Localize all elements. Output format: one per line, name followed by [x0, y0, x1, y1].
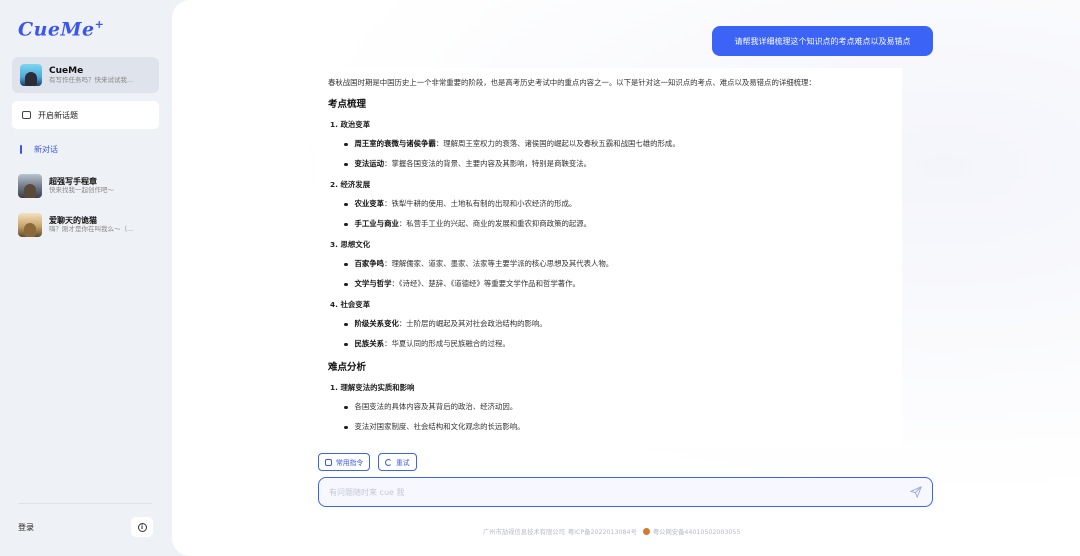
commands-icon — [325, 458, 332, 466]
new-topic-label: 开启新话题 — [38, 110, 78, 120]
login-link[interactable]: 登录 — [18, 522, 34, 533]
new-chat-label: 新对话 — [34, 145, 58, 154]
footer-police[interactable]: 粤公网安备44010502003055 — [653, 527, 741, 536]
conversation-preview: 嗨？刚才是你在叫我么～（... — [49, 224, 134, 233]
retry-button[interactable]: 重试 — [378, 453, 417, 471]
conversation-preview: 快来找我一起创作吧～ — [49, 185, 114, 194]
list-item: 文学与哲学：《诗经》、楚辞、《道德经》等重要文学作品和哲学著作。 — [344, 279, 892, 289]
footer: 广州市劢视信息技术有限公司 粤ICP备2022013084号 粤公网安备4401… — [483, 527, 740, 536]
police-badge-icon — [642, 528, 650, 535]
sidebar-divider — [18, 503, 152, 504]
chat-input[interactable] — [329, 487, 889, 497]
user-message-bubble: 请帮我详细梳理这个知识点的考点难点以及易错点 — [712, 26, 933, 56]
list-item: 农业变革：铁犁牛耕的使用、土地私有制的出现和小农经济的形成。 — [344, 199, 892, 209]
footer-icp[interactable]: 粤ICP备2022013084号 — [568, 527, 637, 536]
group-heading: 1. 理解变法的实质和影响 — [330, 383, 415, 392]
list-item: 百家争鸣：理解儒家、道家、墨家、法家等主要学派的核心思想及其代表人物。 — [344, 259, 892, 269]
common-commands-button[interactable]: 常用指令 — [318, 453, 371, 471]
section-heading: 考点梳理 — [328, 99, 367, 110]
agent-card[interactable]: CueMe 有写作任务吗？快来试试我... — [12, 57, 159, 93]
list-item: 民族关系：华夏认同的形成与民族融合的过程。 — [344, 339, 892, 349]
info-button[interactable]: i — [131, 517, 153, 537]
list-item: 变法对国家制度、社会结构和文化观念的长远影响。 — [344, 422, 892, 432]
conversation-avatar — [18, 174, 42, 198]
section-heading: 难点分析 — [328, 362, 367, 373]
footer-company: 广州市劢视信息技术有限公司 — [483, 529, 565, 536]
list-item: 手工业与商业：私营手工业的兴起、商业的发展和重农抑商政策的起源。 — [344, 219, 892, 229]
chat-input-container — [318, 477, 933, 507]
new-topic-icon — [22, 111, 31, 119]
sidebar: CueMe+ CueMe 有写作任务吗？快来试试我... 开启新话题 新对话 超… — [0, 0, 172, 556]
conversation-avatar — [18, 213, 42, 237]
active-indicator — [20, 145, 22, 154]
group-heading: 1. 政治变革 — [330, 120, 371, 129]
app-logo[interactable]: CueMe+ — [18, 18, 104, 40]
info-icon: i — [137, 522, 147, 532]
answer-intro: 春秋战国时期是中国历史上一个非常重要的阶段，也是高考历史考试中的重点内容之一。以… — [328, 78, 816, 87]
send-icon[interactable] — [909, 485, 923, 499]
conversation-item[interactable]: 超强写手程章 快来找我一起创作吧～ — [18, 174, 114, 198]
group-heading: 4. 社会变革 — [330, 300, 371, 309]
agent-subtitle: 有写作任务吗？快来试试我... — [49, 75, 134, 84]
list-item: 变法运动：掌握各国变法的背景、主要内容及其影响，特别是商鞅变法。 — [344, 159, 892, 169]
new-chat-item[interactable]: 新对话 — [20, 144, 58, 155]
conversation-item[interactable]: 爱聊天的诡猫 嗨？刚才是你在叫我么～（... — [18, 213, 133, 237]
list-item: 各国变法的具体内容及其背后的政治、经济动因。 — [344, 402, 892, 412]
list-item: 周王室的衰微与诸侯争霸：理解周王室权力的衰落、诸侯国的崛起以及春秋五霸和战国七雄… — [344, 139, 892, 149]
group-heading: 3. 思想文化 — [330, 240, 371, 249]
new-topic-button[interactable]: 开启新话题 — [12, 101, 159, 129]
agent-name: CueMe — [49, 65, 84, 76]
group-heading: 2. 经济发展 — [330, 180, 371, 189]
agent-avatar — [20, 64, 42, 86]
refresh-icon — [385, 458, 392, 466]
assistant-answer: 春秋战国时期是中国历史上一个非常重要的阶段，也是高考历史考试中的重点内容之一。以… — [318, 68, 902, 448]
list-item: 阶级关系变化：士阶层的崛起及其对社会政治结构的影响。 — [344, 319, 892, 329]
